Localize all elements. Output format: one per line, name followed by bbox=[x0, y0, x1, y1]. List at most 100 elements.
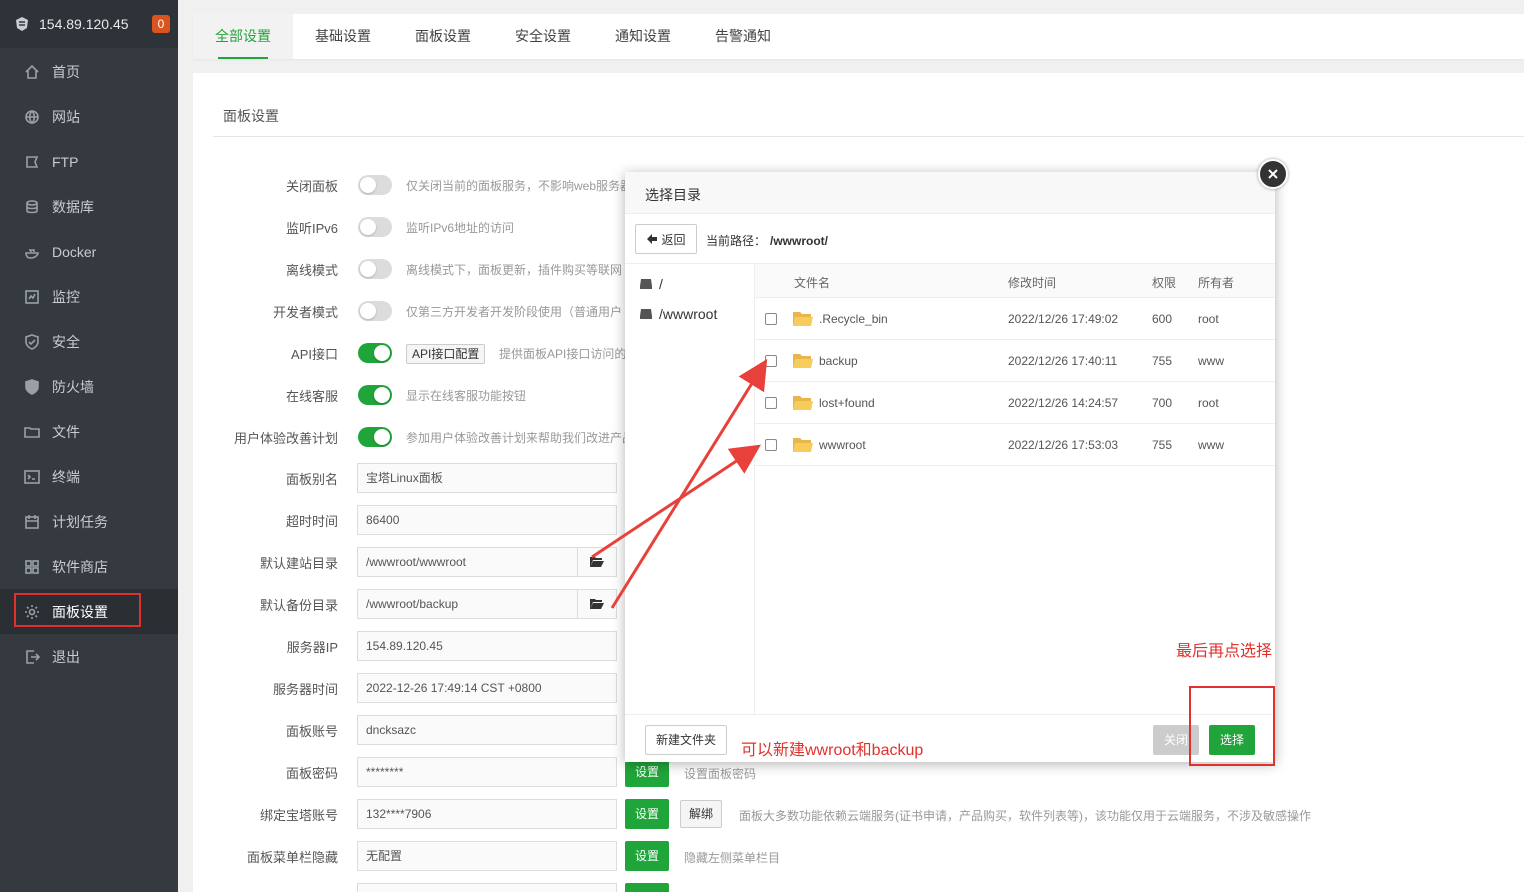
panel-account-input[interactable]: dncksazc bbox=[357, 715, 617, 745]
row-checkbox[interactable] bbox=[765, 355, 777, 367]
setting-hint: 参加用户体验改善计划来帮助我们改进产品 bbox=[406, 430, 635, 445]
setting-label: 面板密码 bbox=[285, 765, 338, 781]
setting-hint: 隐藏左侧菜单栏目 bbox=[684, 851, 781, 865]
folder-open-icon bbox=[590, 557, 604, 567]
partial-input[interactable] bbox=[357, 883, 617, 892]
tab-panel-settings[interactable]: 面板设置 bbox=[393, 14, 493, 59]
bind-account-button[interactable]: 设置 bbox=[625, 799, 670, 829]
backup-dir-input[interactable]: /wwwroot/backup bbox=[357, 589, 578, 619]
file-mtime: 2022/12/26 14:24:57 bbox=[1008, 396, 1119, 410]
file-perm: 600 bbox=[1152, 312, 1173, 326]
back-button[interactable]: 返回 bbox=[635, 224, 697, 254]
timeout-input[interactable]: 86400 bbox=[357, 505, 617, 535]
setting-hint: 离线模式下，面板更新，插件购买等联网 bbox=[406, 262, 623, 277]
file-owner: root bbox=[1198, 312, 1219, 326]
table-row[interactable]: lost+found 2022/12/26 14:24:57 700 root bbox=[755, 382, 1275, 424]
table-row[interactable]: wwwroot 2022/12/26 17:53:03 755 www bbox=[755, 424, 1275, 466]
sidebar-item-logout[interactable]: 退出 bbox=[0, 634, 178, 679]
file-name[interactable]: wwwroot bbox=[819, 438, 866, 452]
bt-account-input: 132****7906 bbox=[357, 799, 617, 829]
row-checkbox[interactable] bbox=[765, 313, 777, 325]
calendar-icon bbox=[25, 514, 39, 529]
dialog-header: 选择目录 bbox=[625, 172, 1275, 214]
setting-label: 监听IPv6 bbox=[285, 220, 338, 236]
tab-notify-settings[interactable]: 通知设置 bbox=[593, 14, 693, 59]
setting-label: 关闭面板 bbox=[285, 178, 338, 194]
panel-password-input[interactable]: ******** bbox=[357, 757, 617, 787]
ipv6-toggle[interactable] bbox=[358, 217, 392, 237]
column-header-perm[interactable]: 权限 bbox=[1152, 274, 1176, 291]
table-row[interactable]: backup 2022/12/26 17:40:11 755 www bbox=[755, 340, 1275, 382]
menu-hide-set-button[interactable]: 设置 bbox=[625, 841, 670, 871]
file-perm: 700 bbox=[1152, 396, 1173, 410]
setting-hint: 显示在线客服功能按钮 bbox=[406, 388, 527, 403]
file-name[interactable]: .Recycle_bin bbox=[819, 312, 888, 326]
sidebar-item-terminal[interactable]: 终端 bbox=[0, 454, 178, 499]
setting-label: 服务器时间 bbox=[272, 681, 338, 697]
dialog-close-button[interactable] bbox=[1258, 159, 1288, 189]
sidebar-item-docker[interactable]: Docker bbox=[0, 229, 178, 274]
file-mtime: 2022/12/26 17:53:03 bbox=[1008, 438, 1119, 452]
sidebar-item-database[interactable]: 数据库 bbox=[0, 184, 178, 229]
folder-icon bbox=[793, 396, 813, 410]
sidebar-item-monitor[interactable]: 监控 bbox=[0, 274, 178, 319]
sidebar-item-label: 监控 bbox=[52, 288, 80, 305]
tab-basic-settings[interactable]: 基础设置 bbox=[293, 14, 393, 59]
path-label: 当前路径： bbox=[706, 234, 767, 248]
current-path: 当前路径：/wwwroot/ bbox=[706, 232, 828, 249]
file-name[interactable]: backup bbox=[819, 354, 858, 368]
setting-label: 开发者模式 bbox=[272, 304, 338, 320]
database-icon bbox=[26, 199, 38, 213]
file-name[interactable]: lost+found bbox=[819, 396, 875, 410]
ux-plan-toggle[interactable] bbox=[358, 427, 392, 447]
sidebar-item-label: FTP bbox=[52, 153, 79, 170]
setting-row-bind: 绑定宝塔账号 132****7906 设置 解绑 面板大多数功能依赖云端服务(证… bbox=[193, 799, 1524, 829]
new-folder-button[interactable]: 新建文件夹 bbox=[645, 725, 727, 755]
annotation-highlight-sidebar bbox=[14, 593, 141, 627]
home-icon bbox=[25, 64, 39, 79]
site-dir-input[interactable]: /wwwroot/wwwroot bbox=[357, 547, 578, 577]
section-title: 面板设置 bbox=[223, 108, 279, 124]
column-header-mtime[interactable]: 修改时间 bbox=[1008, 274, 1056, 291]
panel-alias-input[interactable]: 宝塔Linux面板 bbox=[357, 463, 617, 493]
tab-security-settings[interactable]: 安全设置 bbox=[493, 14, 593, 59]
column-header-owner[interactable]: 所有者 bbox=[1198, 274, 1234, 291]
sidebar-item-website[interactable]: 网站 bbox=[0, 94, 178, 139]
tree-item-wwwroot[interactable]: /wwwroot bbox=[639, 302, 717, 326]
api-toggle[interactable] bbox=[358, 343, 392, 363]
tree-item-root[interactable]: / bbox=[639, 272, 663, 296]
online-service-toggle[interactable] bbox=[358, 385, 392, 405]
row-checkbox[interactable] bbox=[765, 397, 777, 409]
disk-icon bbox=[640, 309, 652, 319]
sidebar-item-cron[interactable]: 计划任务 bbox=[0, 499, 178, 544]
setting-hint: 提供面板API接口访问的 bbox=[499, 346, 627, 361]
api-config-button[interactable]: API接口配置 bbox=[406, 344, 486, 364]
file-perm: 755 bbox=[1152, 438, 1173, 452]
sidebar-item-ftp[interactable]: FTP bbox=[0, 139, 178, 184]
sidebar-item-firewall[interactable]: 防火墙 bbox=[0, 364, 178, 409]
table-row[interactable]: .Recycle_bin 2022/12/26 17:49:02 600 roo… bbox=[755, 298, 1275, 340]
close-panel-toggle[interactable] bbox=[358, 175, 392, 195]
column-header-name[interactable]: 文件名 bbox=[794, 274, 830, 291]
notification-badge[interactable]: 0 bbox=[152, 15, 170, 33]
tab-all-settings[interactable]: 全部设置 bbox=[193, 14, 293, 59]
setting-hint: 仅第三方开发者开发阶段使用（普通用户 bbox=[406, 304, 623, 319]
unbind-button[interactable]: 解绑 bbox=[680, 800, 723, 828]
sidebar-item-label: 数据库 bbox=[52, 198, 94, 215]
sidebar-item-files[interactable]: 文件 bbox=[0, 409, 178, 454]
sidebar-item-home[interactable]: 首页 bbox=[0, 49, 178, 94]
backup-dir-browse-button[interactable] bbox=[578, 589, 617, 619]
path-value: /wwwroot/ bbox=[770, 234, 829, 248]
tab-alarm-notify[interactable]: 告警通知 bbox=[693, 14, 793, 59]
partial-button[interactable] bbox=[625, 883, 669, 892]
site-dir-browse-button[interactable] bbox=[578, 547, 617, 577]
setting-hint: 监听IPv6地址的访问 bbox=[406, 220, 515, 235]
sidebar-item-security[interactable]: 安全 bbox=[0, 319, 178, 364]
server-ip-input[interactable]: 154.89.120.45 bbox=[357, 631, 617, 661]
docker-icon bbox=[25, 248, 40, 259]
offline-mode-toggle[interactable] bbox=[358, 259, 392, 279]
row-checkbox[interactable] bbox=[765, 439, 777, 451]
developer-mode-toggle[interactable] bbox=[358, 301, 392, 321]
file-owner: www bbox=[1198, 438, 1224, 452]
sidebar-item-store[interactable]: 软件商店 bbox=[0, 544, 178, 589]
